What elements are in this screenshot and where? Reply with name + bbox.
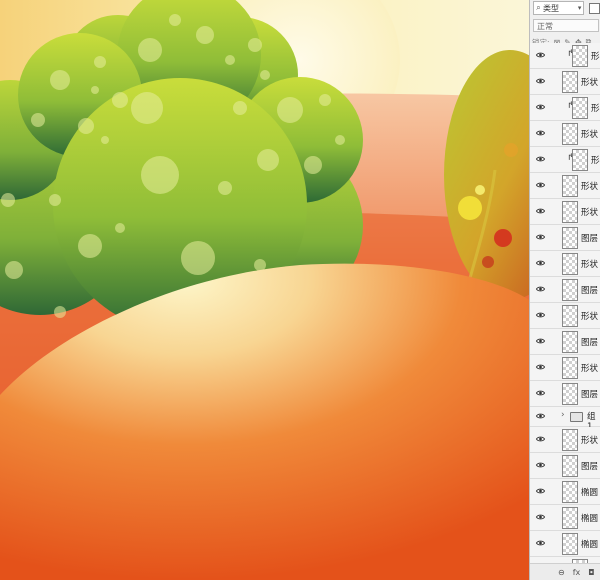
layer-row[interactable]: 椭圆	[530, 479, 600, 505]
layer-thumbnail	[562, 279, 578, 301]
layer-name: 椭圆	[581, 488, 599, 498]
layer-thumbnail	[562, 429, 578, 451]
layer-name: 椭圆	[581, 514, 599, 524]
layer-name: 图层	[581, 338, 599, 348]
visibility-eye-icon[interactable]	[535, 461, 546, 468]
layer-name: 形状	[581, 436, 599, 446]
layer-name: 形状	[581, 130, 599, 140]
layer-name: 图层	[581, 390, 599, 400]
visibility-eye-icon[interactable]	[535, 285, 546, 292]
layer-row[interactable]: 形状	[530, 199, 600, 225]
layers-bottom-bar: ⊖ fx ◘	[530, 563, 600, 580]
document-canvas[interactable]	[0, 0, 529, 580]
layer-thumbnail	[562, 481, 578, 503]
pixel-filter-icon[interactable]	[589, 2, 600, 14]
visibility-eye-icon[interactable]	[535, 539, 546, 546]
expand-chevron-icon[interactable]: ›	[561, 410, 565, 420]
layer-name: 椭圆	[581, 540, 599, 550]
search-icon: ⌕	[536, 3, 541, 12]
filter-label: 类型	[543, 3, 559, 13]
visibility-eye-icon[interactable]	[535, 311, 546, 318]
layer-name: 形状	[581, 312, 599, 322]
layer-thumbnail	[562, 175, 578, 197]
layer-thumbnail	[562, 71, 578, 93]
layer-row[interactable]: 形状	[530, 69, 600, 95]
layer-row[interactable]: ↱形状	[530, 43, 600, 69]
link-layers-icon[interactable]: ⊖	[558, 568, 565, 577]
layers-panel: ⌕ 类型 ▾ 正常 锁定: ⊠ ✎ ✥ ⧉ ↱形状形状↱形状形状↱形状形状形状图…	[529, 0, 600, 580]
layer-name: 图层	[581, 462, 599, 472]
layer-row[interactable]: 图层	[530, 329, 600, 355]
layer-row[interactable]: 形状	[530, 173, 600, 199]
layer-thumbnail	[562, 357, 578, 379]
folder-icon	[570, 412, 583, 422]
visibility-eye-icon[interactable]	[535, 412, 546, 419]
layer-row[interactable]: ↱形状	[530, 95, 600, 121]
fx-icon[interactable]: fx	[573, 568, 581, 577]
layer-name: 形状	[581, 78, 599, 88]
visibility-eye-icon[interactable]	[535, 129, 546, 136]
layer-name: 形状	[581, 260, 599, 270]
layer-thumbnail	[562, 383, 578, 405]
layer-thumbnail	[562, 201, 578, 223]
layer-thumbnail	[562, 123, 578, 145]
layer-row[interactable]: 图层	[530, 453, 600, 479]
layer-thumbnail	[562, 305, 578, 327]
layer-filter-dropdown[interactable]: ⌕ 类型 ▾	[533, 1, 585, 15]
visibility-eye-icon[interactable]	[535, 435, 546, 442]
layer-thumbnail	[562, 455, 578, 477]
layer-name: 形状	[591, 52, 600, 62]
layer-name: 图层	[581, 286, 599, 296]
layer-row[interactable]: 图层	[530, 225, 600, 251]
layer-row[interactable]: 图层	[530, 381, 600, 407]
layer-name: 形状	[581, 208, 599, 218]
illustration	[0, 0, 529, 580]
layer-group-row[interactable]: ›组 1	[530, 407, 600, 432]
layer-thumbnail	[562, 507, 578, 529]
layer-list[interactable]: ↱形状形状↱形状形状↱形状形状形状图层形状图层形状图层形状图层›组 1形状图层椭…	[530, 43, 600, 564]
layer-row[interactable]: 形状	[530, 251, 600, 277]
visibility-eye-icon[interactable]	[535, 337, 546, 344]
layer-row[interactable]: 椭圆	[530, 505, 600, 531]
layer-row[interactable]: 形状	[530, 121, 600, 147]
visibility-eye-icon[interactable]	[535, 389, 546, 396]
layer-row[interactable]: 形状	[530, 303, 600, 329]
layer-name: 形状	[591, 156, 600, 166]
layer-thumbnail	[572, 149, 588, 171]
layer-name: 形状	[581, 364, 599, 374]
visibility-eye-icon[interactable]	[535, 207, 546, 214]
chevron-down-icon: ▾	[577, 4, 582, 12]
visibility-eye-icon[interactable]	[535, 259, 546, 266]
layer-thumbnail	[562, 331, 578, 353]
visibility-eye-icon[interactable]	[535, 155, 546, 162]
layer-name: 图层	[581, 234, 599, 244]
visibility-eye-icon[interactable]	[535, 51, 546, 58]
blend-mode-bar: 正常	[530, 17, 600, 33]
layer-filter-bar: ⌕ 类型 ▾	[530, 0, 600, 16]
layer-thumbnail	[572, 97, 588, 119]
visibility-eye-icon[interactable]	[535, 103, 546, 110]
blend-mode-select[interactable]: 正常	[533, 18, 599, 32]
visibility-eye-icon[interactable]	[535, 77, 546, 84]
visibility-eye-icon[interactable]	[535, 233, 546, 240]
visibility-eye-icon[interactable]	[535, 363, 546, 370]
layer-row[interactable]: 椭圆	[530, 531, 600, 557]
visibility-eye-icon[interactable]	[535, 487, 546, 494]
visibility-eye-icon[interactable]	[535, 181, 546, 188]
layer-mask-icon[interactable]: ◘	[588, 568, 594, 577]
layer-row[interactable]: 形状	[530, 427, 600, 453]
layer-thumbnail	[562, 227, 578, 249]
layer-row[interactable]: 图层	[530, 277, 600, 303]
layer-thumbnail	[572, 45, 588, 67]
layer-row[interactable]: ↱形状	[530, 147, 600, 173]
layer-name: 形状	[591, 104, 600, 114]
layer-thumbnail	[562, 253, 578, 275]
layer-row[interactable]: 形状	[530, 355, 600, 381]
visibility-eye-icon[interactable]	[535, 513, 546, 520]
layer-thumbnail	[562, 533, 578, 555]
layer-name: 形状	[581, 182, 599, 192]
